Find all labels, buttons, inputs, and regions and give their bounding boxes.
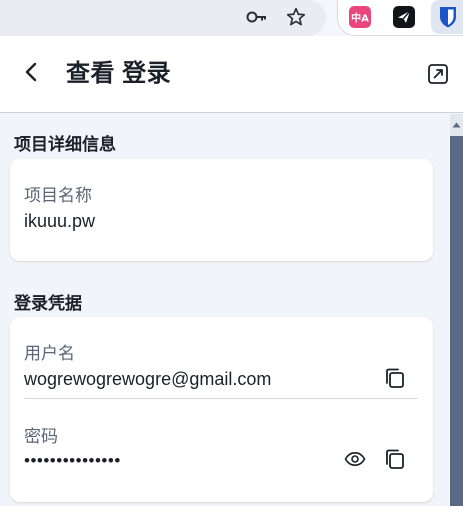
copy-icon [384,367,406,394]
scrollbar-thumb[interactable] [450,136,463,506]
eye-icon [344,451,366,472]
send-extension-icon[interactable] [391,4,417,30]
address-bar-end[interactable] [0,0,326,36]
scroll-up-arrow-icon[interactable] [450,114,463,136]
copy-username-button[interactable] [381,366,409,394]
translate-extension-icon[interactable]: 中A [347,4,373,30]
password-label: 密码 [24,427,58,446]
popout-icon [426,62,450,91]
field-divider [24,398,418,399]
credentials-heading: 登录凭据 [14,294,82,313]
key-icon[interactable] [244,4,270,30]
star-icon[interactable] [283,4,309,30]
item-name-label: 项目名称 [24,186,92,205]
copy-icon [384,448,406,475]
item-name-value[interactable]: ikuuu.pw [24,211,95,232]
bitwarden-shield-icon[interactable] [435,4,461,30]
password-value[interactable]: ••••••••••••••• [24,451,121,471]
credentials-card: 用户名 wogrewogrewogre@gmail.com 密码 •••••••… [10,317,433,502]
username-value[interactable]: wogrewogrewogre@gmail.com [24,369,271,390]
copy-password-button[interactable] [381,447,409,475]
back-arrow-icon [22,61,42,88]
svg-text:中A: 中A [351,12,369,25]
item-details-card: 项目名称 ikuuu.pw [10,159,433,261]
active-extension[interactable] [431,0,463,34]
page-title: 查看 登录 [66,60,172,87]
item-view-content: 项目详细信息 项目名称 ikuuu.pw 登录凭据 用户名 wogrewogre… [0,114,450,506]
item-details-heading: 项目详细信息 [14,135,116,154]
vertical-scrollbar[interactable] [450,114,463,506]
username-label: 用户名 [24,344,75,363]
popout-button[interactable] [424,62,452,90]
back-button[interactable] [16,58,48,90]
toggle-password-visibility-button[interactable] [341,447,369,475]
popup-header: 查看 登录 [0,36,463,113]
browser-toolbar: 中A [0,0,463,36]
